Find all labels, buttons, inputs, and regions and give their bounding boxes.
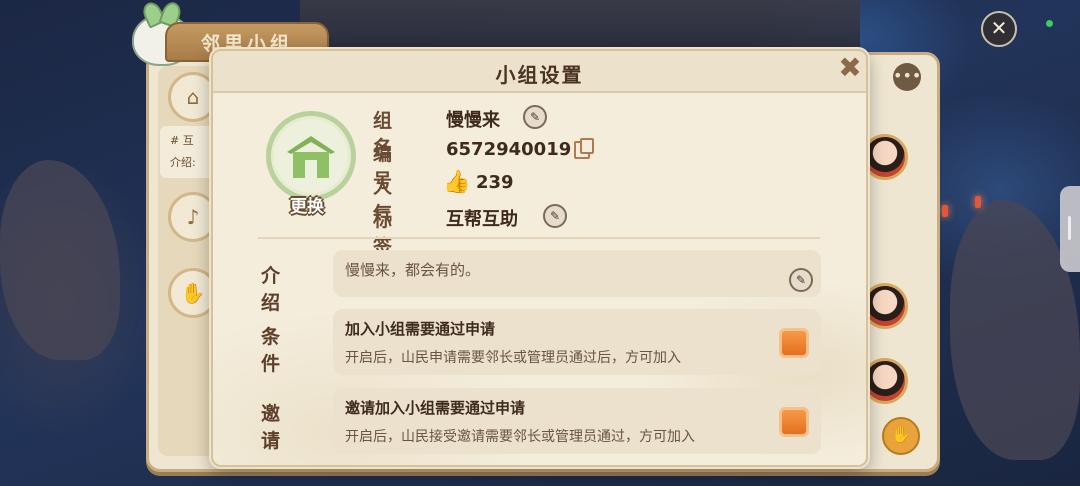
member-avatar[interactable] bbox=[862, 358, 908, 404]
intro-box: 慢慢来，都会有的。 ✎ bbox=[333, 250, 821, 297]
change-emblem-button[interactable]: 更换 bbox=[283, 192, 331, 217]
thumbs-up-icon: 👍 bbox=[443, 170, 471, 195]
popularity-value: 239 bbox=[476, 172, 514, 193]
dialog-title: 小组设置 bbox=[495, 63, 584, 87]
handshake-icon[interactable]: ✋ bbox=[882, 417, 920, 455]
invite-box: 邀请加入小组需要通过申请 开启后，山民接受邀请需要邻长或管理员通过，方可加入 bbox=[333, 388, 821, 454]
group-tag-value: 互帮互助 bbox=[446, 209, 518, 230]
group-card-intro: 介绍: bbox=[170, 156, 196, 169]
member-avatar[interactable] bbox=[862, 134, 908, 180]
intro-text: 慢慢来，都会有的。 bbox=[345, 261, 481, 279]
member-avatar[interactable] bbox=[862, 283, 908, 329]
condition-title: 加入小组需要通过申请 bbox=[345, 320, 496, 338]
group-card-snippet: # 互 介绍: bbox=[160, 126, 214, 178]
edit-name-pen-icon[interactable]: ✎ bbox=[523, 105, 547, 129]
group-emblem[interactable] bbox=[266, 111, 356, 201]
invite-label: 邀请 bbox=[261, 403, 293, 452]
side-drawer-handle[interactable] bbox=[1060, 186, 1080, 272]
background-roofs bbox=[300, 0, 860, 50]
edit-tag-pen-icon[interactable]: ✎ bbox=[543, 204, 567, 228]
background-lantern bbox=[975, 196, 981, 208]
house-emblem-icon bbox=[287, 136, 335, 178]
edit-intro-pen-icon[interactable]: ✎ bbox=[789, 268, 813, 292]
section-divider bbox=[258, 237, 820, 239]
group-settings-dialog: 小组设置 ✖ 更换 组名 慢慢来 ✎ 编号 6572940019 人气 👍 23… bbox=[211, 49, 868, 467]
group-id-value: 6572940019 bbox=[446, 139, 572, 160]
dialog-header: 小组设置 ✖ bbox=[213, 51, 866, 93]
group-card-tag: # 互 bbox=[170, 134, 194, 147]
intro-label: 介绍 bbox=[261, 265, 293, 314]
condition-label: 条件 bbox=[261, 326, 293, 375]
invite-title: 邀请加入小组需要通过申请 bbox=[345, 399, 526, 417]
dialog-close-icon[interactable]: ✖ bbox=[836, 54, 864, 82]
invite-toggle[interactable] bbox=[779, 407, 809, 437]
condition-desc: 开启后，山民申请需要邻长或管理员通过后，方可加入 bbox=[345, 350, 681, 366]
condition-box: 加入小组需要通过申请 开启后，山民申请需要邻长或管理员通过后，方可加入 bbox=[333, 309, 821, 375]
copy-id-icon[interactable] bbox=[574, 138, 594, 159]
close-icon[interactable]: ✕ bbox=[981, 11, 1017, 47]
background-lantern bbox=[942, 205, 948, 217]
condition-toggle[interactable] bbox=[779, 328, 809, 358]
group-name-value: 慢慢来 bbox=[446, 110, 500, 131]
more-options-icon[interactable]: ••• bbox=[893, 63, 921, 91]
invite-desc: 开启后，山民接受邀请需要邻长或管理员通过，方可加入 bbox=[345, 429, 695, 445]
status-dot-icon bbox=[1046, 20, 1053, 27]
